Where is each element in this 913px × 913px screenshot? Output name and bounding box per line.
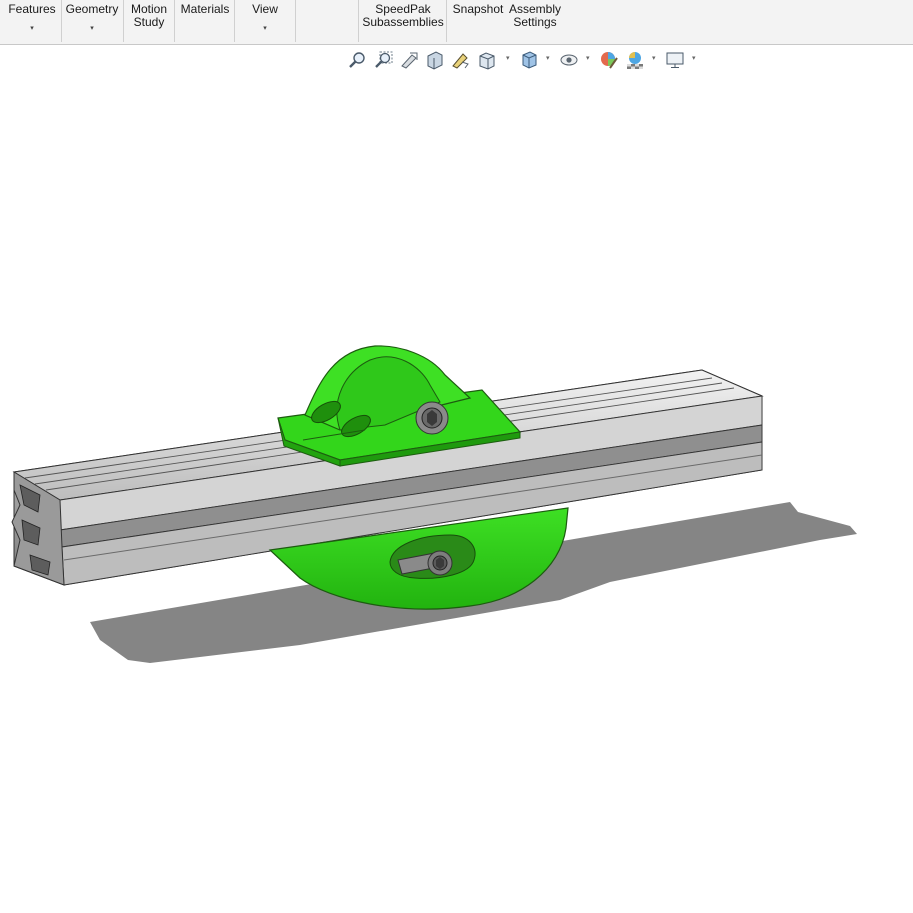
geometry-button[interactable]: Geometry ▾ bbox=[64, 0, 120, 44]
speedpak-label-line2: Subassemblies bbox=[362, 15, 444, 29]
ribbon-separator bbox=[358, 0, 359, 42]
assembly-settings-button[interactable]: Assembly Settings bbox=[508, 0, 562, 44]
chevron-down-icon[interactable]: ▾ bbox=[240, 22, 290, 35]
geometry-label: Geometry bbox=[65, 2, 119, 16]
motion-study-button[interactable]: Motion Study bbox=[126, 0, 172, 44]
ribbon-separator bbox=[61, 0, 62, 42]
view-button[interactable]: View ▾ bbox=[240, 0, 290, 44]
speedpak-button[interactable]: SpeedPak Subassemblies bbox=[362, 0, 444, 44]
ribbon-separator bbox=[123, 0, 124, 42]
snapshot-button[interactable]: Snapshot bbox=[450, 0, 506, 44]
ribbon-separator bbox=[234, 0, 235, 42]
assembly-settings-label-line1: Assembly bbox=[508, 2, 561, 16]
assembly-settings-label-line2: Settings bbox=[513, 15, 557, 29]
chevron-down-icon[interactable]: ▾ bbox=[64, 22, 120, 35]
speedpak-label-line1: SpeedPak bbox=[375, 2, 431, 16]
upper-bolt bbox=[415, 401, 449, 435]
materials-label: Materials bbox=[180, 2, 230, 16]
view-label: View bbox=[252, 2, 278, 16]
chevron-down-icon[interactable]: ▾ bbox=[6, 22, 58, 35]
materials-button[interactable]: Materials bbox=[177, 0, 233, 44]
motion-study-label-line2: Study bbox=[133, 15, 165, 29]
graphics-area[interactable] bbox=[0, 45, 913, 913]
snapshot-label: Snapshot bbox=[452, 2, 504, 16]
ribbon-separator bbox=[295, 0, 296, 42]
ribbon-separator bbox=[446, 0, 447, 42]
features-label: Features bbox=[8, 2, 56, 16]
ribbon-separator bbox=[174, 0, 175, 42]
command-manager-ribbon: Features ▾ Geometry ▾ Motion Study Mater… bbox=[0, 0, 913, 45]
features-button[interactable]: Features ▾ bbox=[6, 0, 58, 44]
motion-study-label-line1: Motion bbox=[130, 2, 168, 16]
